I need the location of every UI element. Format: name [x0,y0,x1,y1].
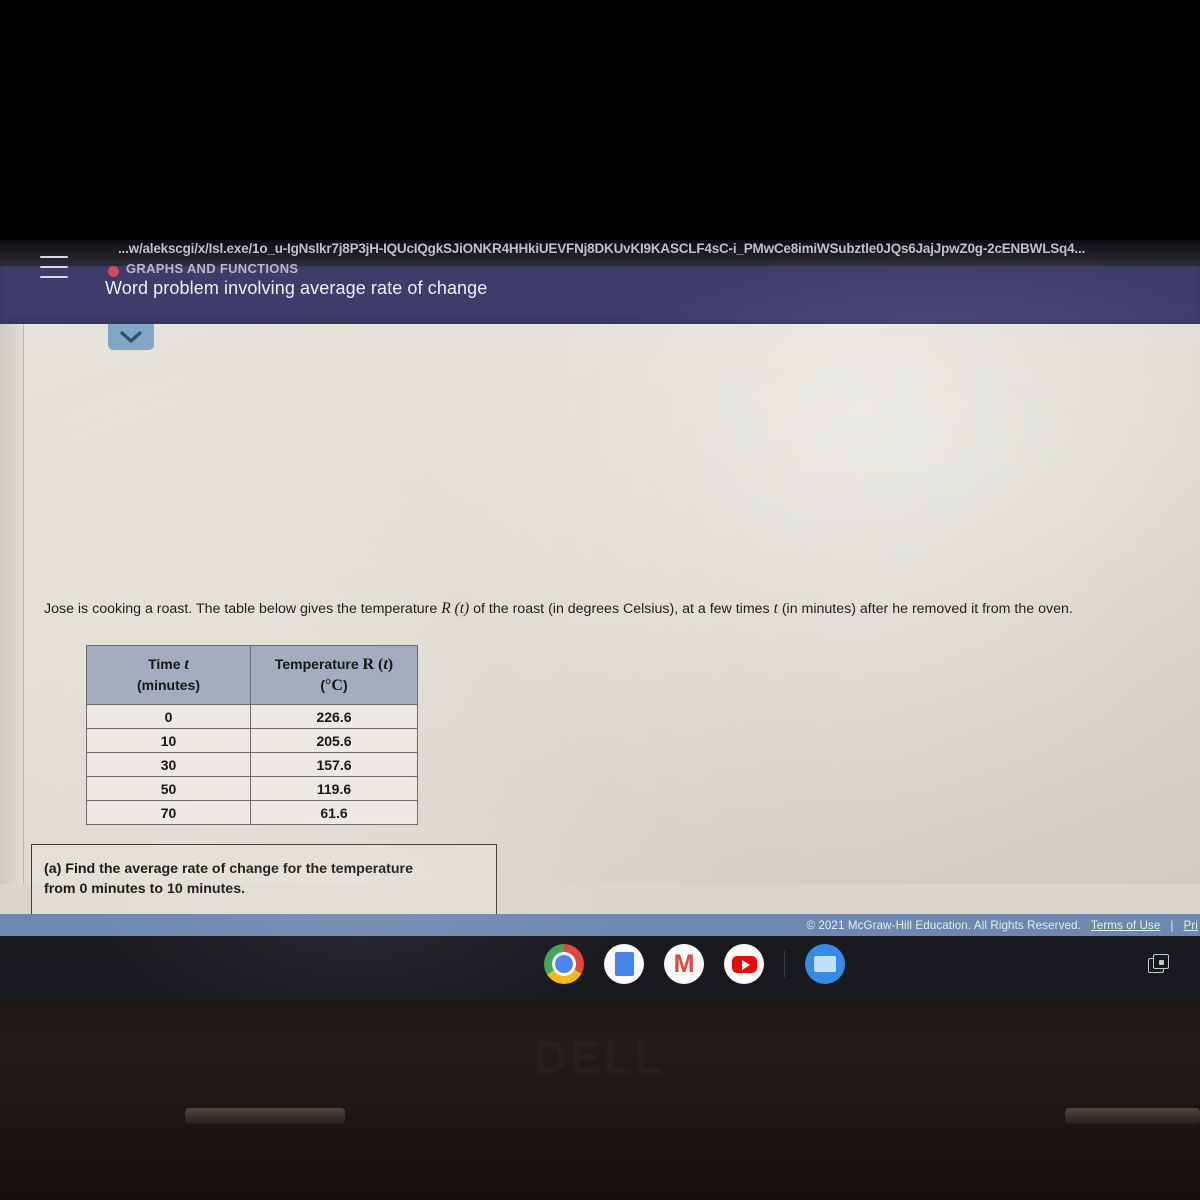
laptop-vent-left [185,1108,345,1124]
laptop-screen-photo: ...w/alekscgi/x/Isl.exe/1o_u-IgNslkr7j8P… [0,0,1200,1200]
problem-math-rt: R (t) [441,600,470,617]
laptop-screen: ...w/alekscgi/x/Isl.exe/1o_u-IgNslkr7j8P… [0,240,1200,1000]
brand-logo: DELL [533,1031,667,1083]
topic-label: GRAPHS AND FUNCTIONS [126,261,299,276]
table-header-time: Time t (minutes) [86,645,251,705]
hamburger-icon[interactable] [40,256,68,278]
collapse-panel-toggle[interactable] [108,324,154,350]
chrome-icon[interactable] [544,944,584,984]
cell-time: 50 [86,776,251,801]
table-row: 50 119.6 [86,776,418,801]
youtube-icon[interactable] [724,944,764,984]
privacy-link[interactable]: Pri [1184,919,1198,932]
temperature-table: Time t (minutes) Temperature R (t) (°C) … [86,645,418,825]
laptop-vent-right [1065,1108,1200,1124]
table-header-temperature: Temperature R (t) (°C) [250,645,418,705]
question-a-line1: (a) Find the average rate of change for … [44,861,413,877]
topic-status-dot-icon [108,266,119,277]
os-shelf: M [0,936,1200,1000]
footer-copyright-bar: © 2021 McGraw-Hill Education. All Rights… [0,914,1200,936]
page-title: Word problem involving average rate of c… [105,278,488,298]
problem-text-part2: of the roast (in degrees Celsius), at a … [469,601,774,617]
screen-capture-icon[interactable] [1148,954,1172,978]
shelf-icon-group: M [544,944,845,984]
table-header-row: Time t (minutes) Temperature R (t) (°C) [86,645,418,705]
files-icon[interactable] [805,944,845,984]
problem-statement: Jose is cooking a roast. The table below… [44,598,1194,620]
terms-of-use-link[interactable]: Terms of Use [1091,919,1161,932]
cell-temp: 157.6 [250,752,418,777]
chevron-down-icon [120,331,142,343]
table-body: 0 226.6 10 205.6 30 157.6 50 119.6 70 61… [86,704,418,825]
cell-time: 70 [86,800,251,825]
left-rail [0,324,24,884]
google-docs-icon[interactable] [604,944,644,984]
cell-temp: 119.6 [250,776,418,801]
problem-text-part1: Jose is cooking a roast. The table below… [44,601,442,617]
shelf-divider [784,951,785,977]
shelf-tray[interactable] [1148,954,1172,978]
table-row: 30 157.6 [86,752,418,777]
cell-temp: 61.6 [250,800,418,825]
url-text: ...w/alekscgi/x/Isl.exe/1o_u-IgNslkr7j8P… [118,241,1086,256]
table-row: 70 61.6 [86,800,418,825]
cell-time: 10 [86,728,251,753]
question-a-prompt: (a) Find the average rate of change for … [44,859,484,899]
problem-text-part3: (in minutes) after he removed it from th… [777,601,1073,617]
header-temp-line2: (°C) [320,677,348,694]
header-time-line2: (minutes) [137,677,200,693]
question-a-line2: from 0 minutes to 10 minutes. [44,881,246,897]
cell-temp: 226.6 [250,704,418,729]
screen-bezel-top [0,0,1200,240]
gmail-icon[interactable]: M [664,944,704,984]
header-temp-line1: Temperature R (t) [274,656,394,673]
cell-time: 30 [86,752,251,777]
cell-temp: 205.6 [250,728,418,753]
footer-separator: | [1170,918,1174,932]
table-row: 10 205.6 [86,728,418,753]
header-time-line1: Time t [148,656,189,673]
copyright-text: © 2021 McGraw-Hill Education. All Rights… [806,918,1081,932]
table-row: 0 226.6 [86,704,418,729]
cell-time: 0 [86,704,251,729]
